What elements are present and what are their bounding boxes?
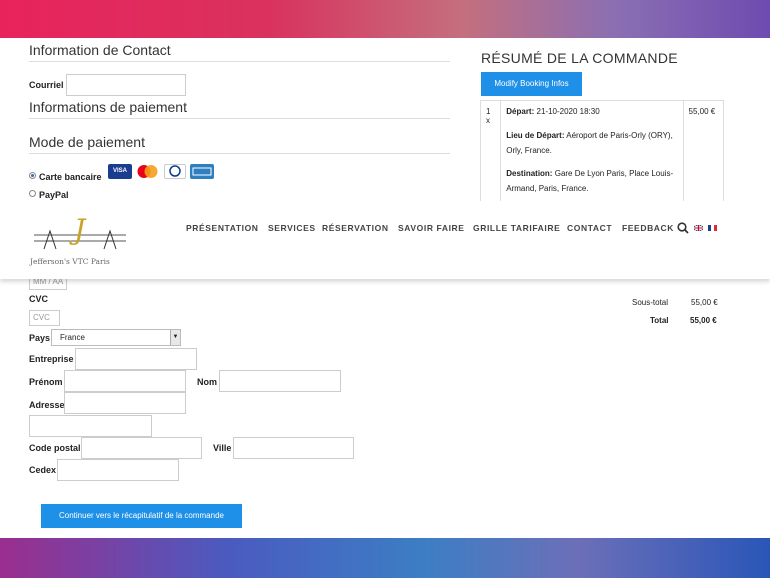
fr-flag-icon[interactable] bbox=[708, 225, 717, 231]
site-header: J Jefferson's VTC Paris PRÉSENTATION SER… bbox=[0, 201, 770, 279]
subtotal-value: 55,00 € bbox=[691, 298, 718, 307]
nav-contact[interactable]: CONTACT bbox=[567, 223, 612, 233]
summary-title: RÉSUMÉ DE LA COMMANDE bbox=[481, 50, 678, 66]
divider bbox=[29, 61, 450, 62]
nav-reservation[interactable]: RÉSERVATION bbox=[322, 223, 389, 233]
paypal-option-label: PayPal bbox=[39, 190, 69, 200]
chevron-down-icon: ▼ bbox=[170, 330, 180, 345]
nav-feedback[interactable]: FEEDBACK bbox=[622, 223, 674, 233]
cvc-label: CVC bbox=[29, 294, 49, 304]
divider bbox=[29, 153, 450, 154]
divider bbox=[29, 118, 450, 119]
card-option-label: Carte bancaire bbox=[39, 172, 102, 182]
visa-icon: VISA bbox=[108, 164, 132, 179]
decorative-bottom-band bbox=[0, 538, 770, 578]
city-field[interactable] bbox=[233, 437, 354, 459]
cvc-field[interactable]: CVC bbox=[29, 310, 60, 326]
modify-booking-button[interactable]: Modify Booking Infos bbox=[481, 72, 582, 96]
diners-club-icon bbox=[164, 164, 186, 179]
subtotal-label: Sous-total bbox=[632, 298, 669, 307]
card-radio[interactable] bbox=[29, 172, 36, 180]
company-label: Entreprise bbox=[29, 354, 74, 364]
country-select[interactable]: France ▼ bbox=[51, 329, 181, 346]
pickup-label: Lieu de Départ: bbox=[506, 131, 565, 140]
amex-icon bbox=[190, 164, 214, 179]
cedex-label: Cedex bbox=[29, 465, 57, 475]
nav-presentation[interactable]: PRÉSENTATION bbox=[186, 223, 259, 233]
email-label: Courriel bbox=[29, 80, 64, 90]
company-field[interactable] bbox=[75, 348, 197, 370]
search-icon[interactable] bbox=[677, 222, 689, 234]
address-label: Adresse bbox=[29, 400, 65, 410]
lastname-field[interactable] bbox=[219, 370, 341, 392]
country-label: Pays bbox=[29, 333, 51, 343]
nav-grille-tarifaire[interactable]: GRILLE TARIFAIRE bbox=[473, 223, 560, 233]
logo[interactable]: J Jefferson's VTC Paris bbox=[30, 211, 130, 266]
country-value: France bbox=[60, 333, 85, 342]
address-field[interactable] bbox=[64, 392, 186, 414]
city-label: Ville bbox=[213, 443, 232, 453]
total-label: Total bbox=[650, 316, 669, 325]
nav-savoir-faire[interactable]: SAVOIR FAIRE bbox=[398, 223, 465, 233]
cedex-field[interactable] bbox=[57, 459, 179, 481]
destination-label: Destination: bbox=[506, 169, 553, 178]
decorative-top-band bbox=[0, 0, 770, 38]
logo-text: Jefferson's VTC Paris bbox=[30, 257, 110, 266]
card-logos: VISA bbox=[108, 164, 218, 180]
uk-flag-icon[interactable] bbox=[694, 225, 703, 231]
card-option[interactable]: Carte bancaire bbox=[29, 167, 102, 185]
paypal-radio[interactable] bbox=[29, 190, 36, 198]
payment-info-title: Informations de paiement bbox=[29, 99, 187, 115]
depart-label: Départ: bbox=[506, 107, 535, 116]
payment-mode-title: Mode de paiement bbox=[29, 134, 145, 150]
contact-title: Information de Contact bbox=[29, 42, 171, 58]
continue-to-summary-button[interactable]: Continuer vers le récapitulatif de la co… bbox=[41, 504, 242, 528]
total-value: 55,00 € bbox=[690, 316, 717, 325]
firstname-field[interactable] bbox=[64, 370, 186, 392]
postcode-field[interactable] bbox=[81, 437, 202, 459]
nav-services[interactable]: SERVICES bbox=[268, 223, 316, 233]
address-line2-field[interactable] bbox=[29, 415, 152, 437]
email-field[interactable] bbox=[66, 74, 186, 96]
lastname-label: Nom bbox=[197, 377, 217, 387]
mastercard-icon bbox=[135, 164, 160, 179]
firstname-label: Prénom bbox=[29, 377, 63, 387]
depart-value: 21-10-2020 18:30 bbox=[536, 107, 600, 116]
postcode-label: Code postal bbox=[29, 443, 81, 453]
logo-emblem-icon: J bbox=[34, 213, 126, 250]
checkout-page: Information de Contact Courriel Informat… bbox=[0, 38, 770, 538]
